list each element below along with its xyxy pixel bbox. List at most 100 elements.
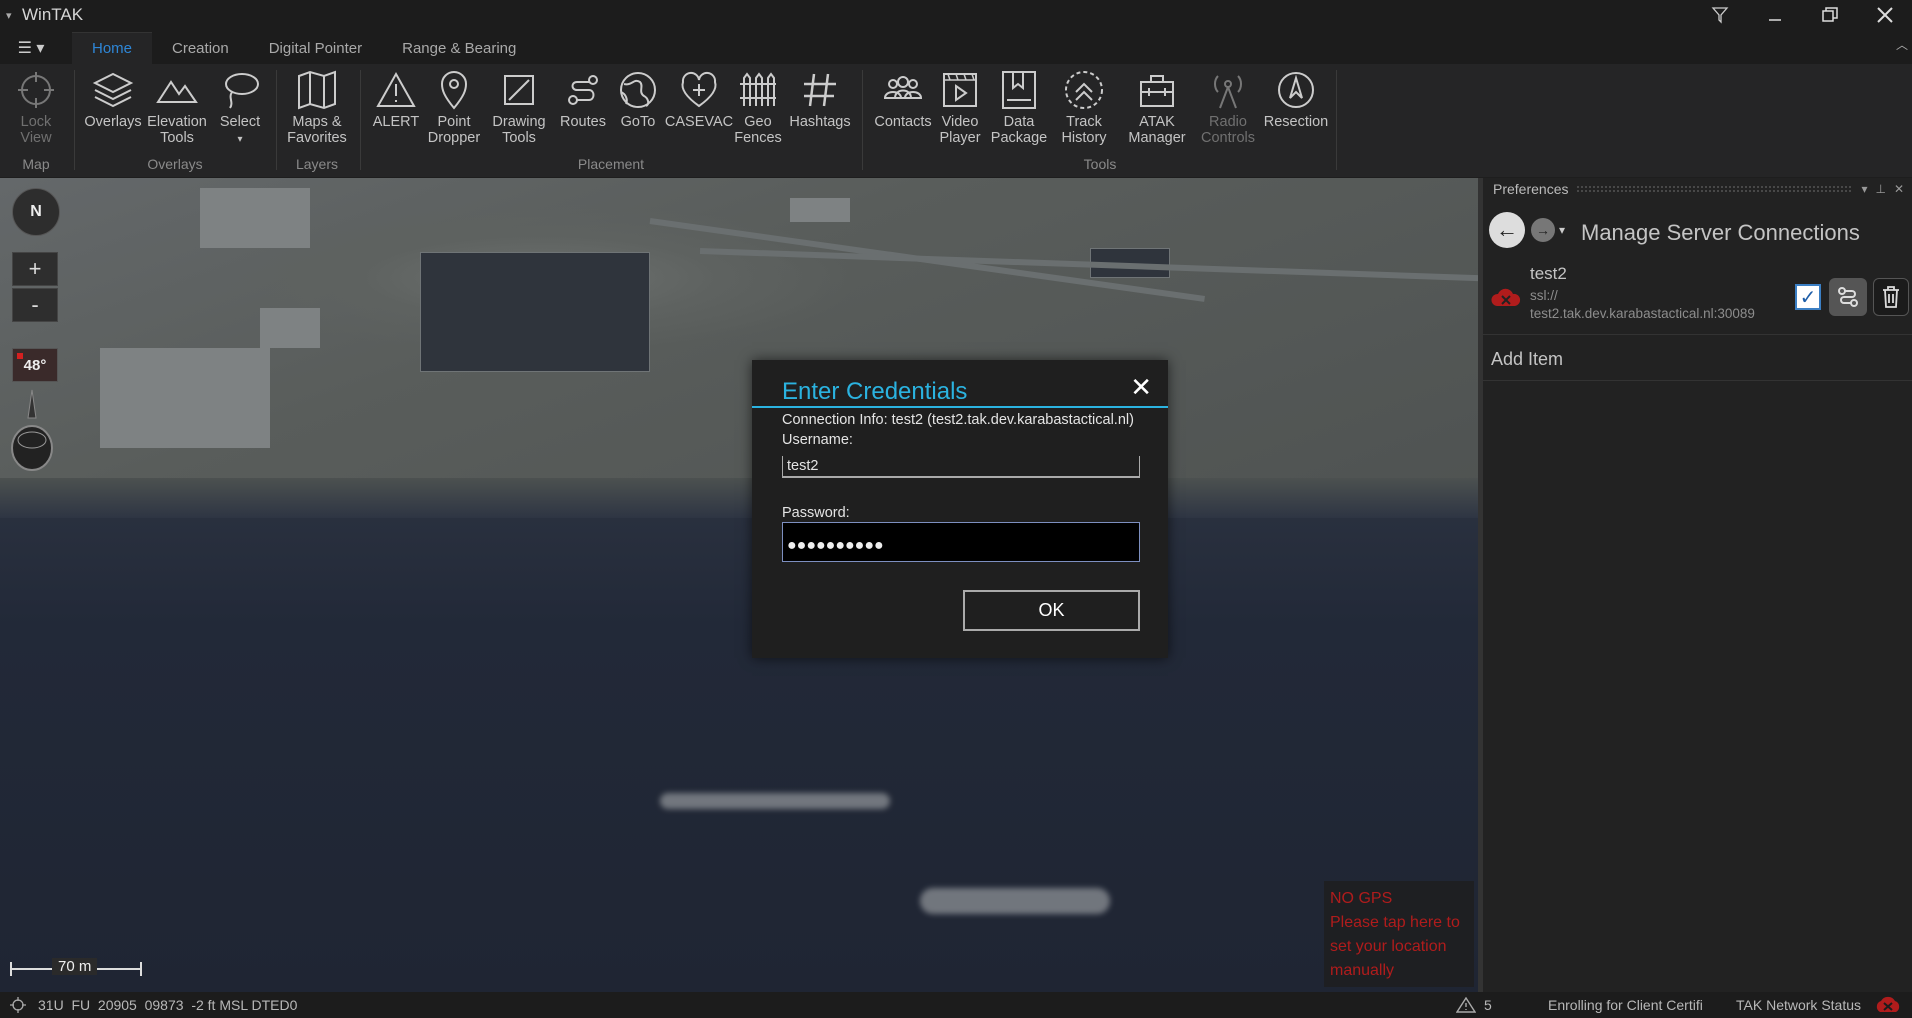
data-package-button[interactable]: Data Package <box>988 68 1050 146</box>
hamburger-menu-icon[interactable]: ☰ ▾ <box>10 32 52 64</box>
no-gps-notice[interactable]: NO GPS Please tap here to set your locat… <box>1324 881 1474 987</box>
alert-button[interactable]: ALERT <box>366 68 426 130</box>
panel-dropdown-icon[interactable]: ▾ <box>1861 182 1867 196</box>
panel-close-icon[interactable]: ✕ <box>1894 182 1904 196</box>
warning-count: 5 <box>1484 997 1492 1013</box>
history-dropdown-icon[interactable]: ▾ <box>1559 223 1565 237</box>
ok-button[interactable]: OK <box>963 590 1140 631</box>
close-window-button[interactable] <box>1857 0 1912 30</box>
disconnected-cloud-icon[interactable] <box>1874 996 1902 1014</box>
point-dropper-button[interactable]: Point Dropper <box>424 68 484 146</box>
goto-button[interactable]: GoTo <box>612 68 664 130</box>
dialog-title-rule <box>752 406 1168 408</box>
contacts-label: Contacts <box>874 114 932 130</box>
overlays-label: Overlays <box>84 114 142 130</box>
group-layers: Layers <box>295 156 339 172</box>
add-item-button[interactable]: Add Item <box>1483 335 1912 381</box>
globe-icon <box>616 68 660 112</box>
minimize-button[interactable] <box>1747 0 1802 30</box>
password-field[interactable]: ●●●●●●●●●● <box>782 522 1140 562</box>
point-dropper-label: Point Dropper <box>427 114 481 146</box>
atak-manager-button[interactable]: ATAK Manager <box>1120 68 1194 146</box>
maps-favorites-button[interactable]: Maps & Favorites <box>282 68 352 146</box>
gps-crosshair-icon[interactable] <box>10 997 26 1013</box>
trash-icon <box>1883 286 1899 308</box>
atak-manager-label: ATAK Manager <box>1128 114 1186 146</box>
credentials-dialog: Enter Credentials ✕ Connection Info: tes… <box>752 360 1168 658</box>
routes-button[interactable]: Routes <box>556 68 610 130</box>
divider <box>862 70 863 170</box>
tab-home[interactable]: Home <box>72 32 153 64</box>
divider <box>74 70 75 170</box>
lock-view-button[interactable]: Lock View <box>10 68 62 146</box>
warning-triangle-icon <box>374 68 418 112</box>
filter-icon[interactable] <box>1692 0 1747 30</box>
tilt-button[interactable]: 48° <box>12 348 58 382</box>
hashtags-button[interactable]: Hashtags <box>784 68 856 130</box>
server-connection-row[interactable]: test2 ssl:// test2.tak.dev.karabastactic… <box>1483 260 1912 335</box>
casevac-button[interactable]: CASEVAC <box>664 68 734 130</box>
overlays-button[interactable]: Overlays <box>80 68 146 130</box>
group-overlays: Overlays <box>147 156 203 172</box>
server-protocol: ssl:// <box>1530 288 1558 303</box>
radio-controls-button[interactable]: Radio Controls <box>1196 68 1260 146</box>
username-field[interactable] <box>782 456 1140 478</box>
dialog-close-icon[interactable]: ✕ <box>1130 372 1152 403</box>
elevation-tools-button[interactable]: Elevation Tools <box>146 68 208 146</box>
scale-label: 70 m <box>52 958 98 975</box>
drawing-tools-button[interactable]: Drawing Tools <box>486 68 552 146</box>
drawing-tools-label: Drawing Tools <box>492 114 546 146</box>
collapse-ribbon-icon[interactable]: ︿ <box>1896 36 1908 53</box>
zoom-in-button[interactable]: + <box>12 252 58 286</box>
connection-settings-button[interactable] <box>1829 278 1867 316</box>
map-view[interactable]: N + - 48° 70 m NO GPS Please tap here to… <box>0 178 1478 992</box>
contacts-button[interactable]: Contacts <box>868 68 938 130</box>
pin-icon[interactable]: ⊥ <box>1875 182 1885 196</box>
zoom-out-button[interactable]: - <box>12 288 58 322</box>
select-label: Select <box>219 114 261 130</box>
connection-info: Connection Info: test2 (test2.tak.dev.ka… <box>782 412 1134 428</box>
coordinate-readout[interactable]: 31U FU 20905 09873 -2 ft MSL DTED0 <box>38 997 297 1013</box>
restore-button[interactable] <box>1802 0 1857 30</box>
video-icon <box>938 68 982 112</box>
map-building <box>200 188 310 248</box>
geo-fences-button[interactable]: Geo Fences <box>730 68 786 146</box>
panel-header-label: Preferences <box>1493 181 1569 197</box>
compass-button[interactable]: N <box>12 188 60 236</box>
lasso-icon <box>218 68 262 112</box>
track-history-button[interactable]: Track History <box>1050 68 1118 146</box>
mountain-icon <box>155 68 199 112</box>
video-player-button[interactable]: Video Player <box>932 68 988 146</box>
goto-label: GoTo <box>620 114 656 130</box>
panel-grip[interactable] <box>1576 185 1854 193</box>
back-button[interactable]: ← <box>1489 212 1525 248</box>
map-building <box>420 252 650 372</box>
panel-title: Manage Server Connections <box>1581 220 1860 245</box>
network-status-label[interactable]: TAK Network Status <box>1736 997 1861 1013</box>
warning-icon[interactable] <box>1456 997 1476 1013</box>
tilt-slider[interactable] <box>10 388 54 476</box>
server-host: test2.tak.dev.karabastactical.nl:30089 <box>1530 306 1755 321</box>
title-bar: ▾ WinTAK <box>0 0 1912 30</box>
tab-digital-pointer[interactable]: Digital Pointer <box>249 32 382 64</box>
forward-button[interactable]: → <box>1531 218 1555 242</box>
delete-server-button[interactable] <box>1873 278 1909 316</box>
map-building <box>260 308 320 348</box>
dropdown-icon: ▾ <box>237 134 243 145</box>
server-enabled-checkbox[interactable]: ✓ <box>1795 284 1821 310</box>
maps-favorites-label: Maps & Favorites <box>287 114 347 146</box>
disconnected-cloud-icon <box>1491 288 1521 306</box>
select-button[interactable]: Select ▾ <box>212 68 268 148</box>
status-bar: 31U FU 20905 09873 -2 ft MSL DTED0 5 Enr… <box>0 992 1912 1018</box>
map-icon <box>295 68 339 112</box>
tab-range-bearing[interactable]: Range & Bearing <box>382 32 536 64</box>
group-tools: Tools <box>1083 156 1117 172</box>
enrollment-status: Enrolling for Client Certifi <box>1548 997 1703 1013</box>
resection-button[interactable]: Resection <box>1260 68 1332 130</box>
track-history-label: Track History <box>1061 114 1107 146</box>
tab-creation[interactable]: Creation <box>152 32 249 64</box>
system-menu-icon[interactable]: ▾ <box>6 9 16 22</box>
casevac-label: CASEVAC <box>664 114 734 130</box>
lock-view-label: Lock View <box>20 114 52 146</box>
ribbon-tabs: ☰ ▾ Home Creation Digital Pointer Range … <box>0 30 1912 64</box>
